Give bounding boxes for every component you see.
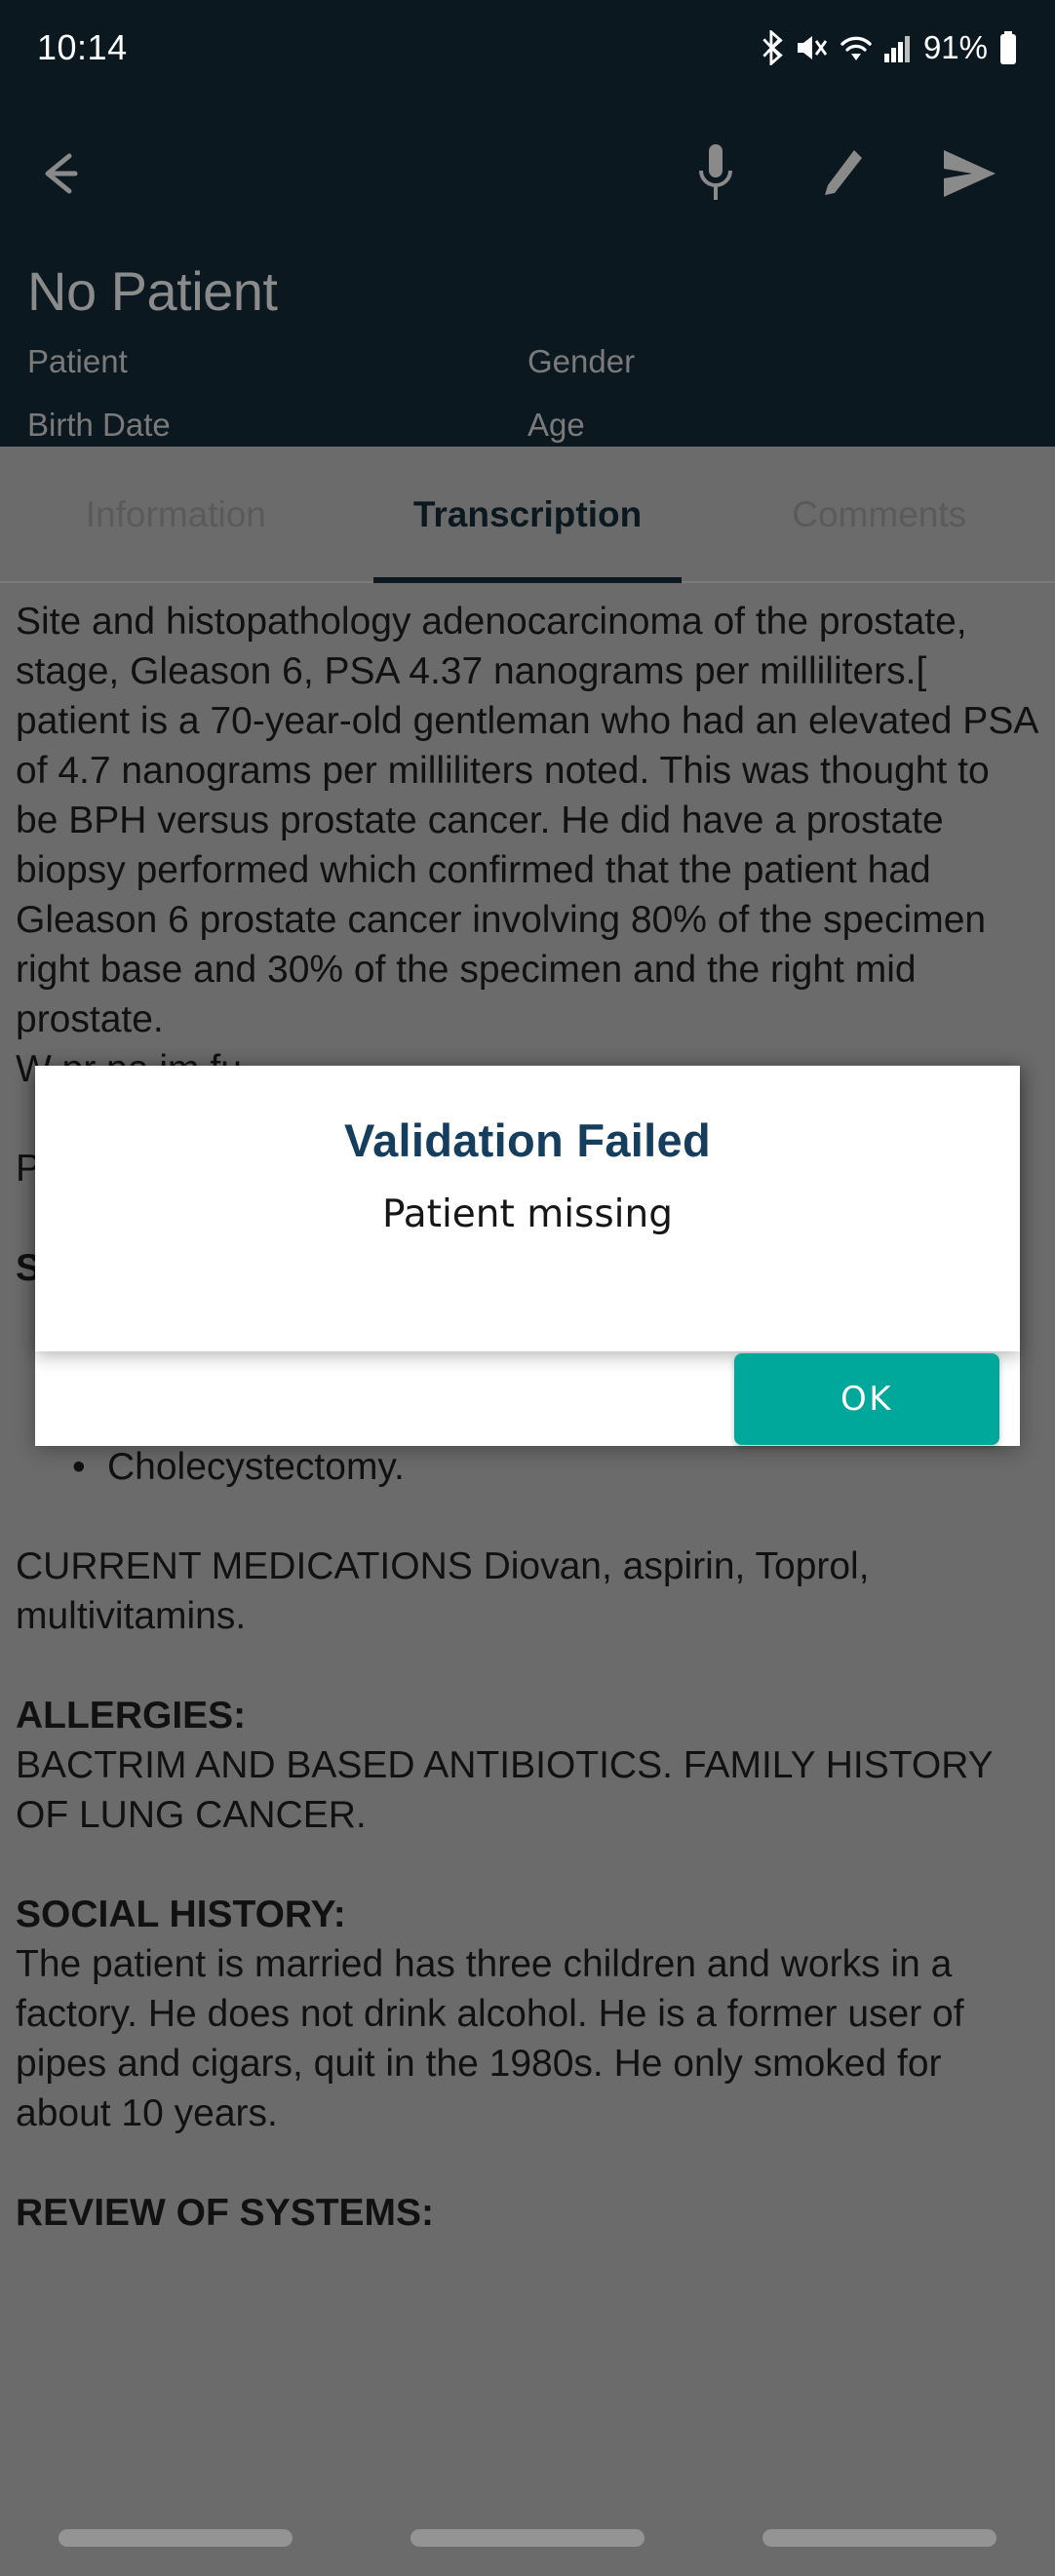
- edit-pencil-icon[interactable]: [807, 138, 878, 209]
- system-navigation-bar: [0, 2500, 1055, 2576]
- dialog-title: Validation Failed: [344, 1114, 711, 1166]
- tab-information[interactable]: Information: [0, 447, 352, 583]
- gender-label: Gender: [528, 343, 636, 379]
- nav-pill-recents[interactable]: [59, 2529, 293, 2547]
- battery-icon: [998, 31, 1018, 64]
- tab-transcription[interactable]: Transcription: [352, 447, 704, 583]
- validation-failed-dialog: Validation Failed Patient missing OK: [35, 1066, 1020, 1445]
- content-area: Information Transcription Comments Site …: [0, 447, 1055, 2576]
- tab-comments[interactable]: Comments: [703, 447, 1055, 583]
- patient-field-grid: Patient Gender Birth Date Age: [27, 330, 1028, 456]
- send-icon[interactable]: [934, 138, 1004, 209]
- ok-button[interactable]: OK: [734, 1353, 999, 1445]
- list-item: Cholecystectomy.: [72, 1442, 1039, 1492]
- nav-pill-home[interactable]: [410, 2529, 645, 2547]
- back-arrow-icon[interactable]: [26, 138, 97, 209]
- allergies-heading: ALLERGIES:: [16, 1695, 247, 1737]
- phone-screen: 10:14 91% No Patient Patient Gender Birt…: [0, 0, 1055, 2576]
- app-bar: [0, 96, 1055, 252]
- patient-label: Patient: [27, 343, 128, 379]
- patient-header[interactable]: No Patient Patient Gender Birth Date Age: [0, 252, 1055, 447]
- tab-bar: Information Transcription Comments: [0, 447, 1055, 583]
- allergies-body: BACTRIM AND BASED ANTIBIOTICS. FAMILY HI…: [16, 1744, 993, 1836]
- microphone-icon[interactable]: [681, 138, 751, 209]
- transcription-paragraph-1: Site and histopathology adenocarcinoma o…: [16, 601, 1037, 1040]
- battery-percent-label: 91%: [922, 29, 988, 65]
- dialog-actions: OK: [734, 1353, 999, 1445]
- status-bar-clock: 10:14: [37, 27, 128, 67]
- mute-icon: [796, 33, 829, 62]
- social-history-heading: SOCIAL HISTORY:: [16, 1893, 346, 1935]
- bluetooth-icon: [760, 30, 785, 65]
- cellular-signal-icon: [883, 33, 911, 62]
- review-of-systems-heading: REVIEW OF SYSTEMS:: [16, 2192, 435, 2234]
- current-medications: CURRENT MEDICATIONS Diovan, aspirin, Top…: [16, 1545, 870, 1637]
- dialog-message: Patient missing: [382, 1192, 673, 1236]
- social-history-body: The patient is married has three childre…: [16, 1943, 964, 2134]
- wifi-icon: [840, 33, 873, 62]
- status-bar: 10:14 91%: [0, 0, 1055, 96]
- nav-pill-back[interactable]: [762, 2529, 996, 2547]
- app-bar-actions: [681, 138, 1004, 209]
- patient-name: No Patient: [27, 260, 278, 322]
- status-bar-icons: 91%: [760, 29, 1018, 66]
